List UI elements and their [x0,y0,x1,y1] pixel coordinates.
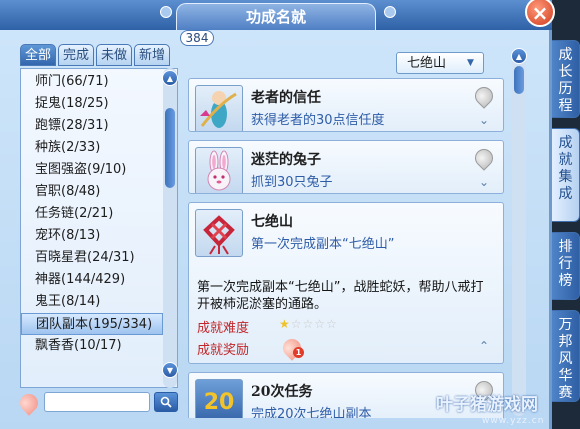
peach-reward-icon [471,145,497,171]
achievement-title: 20次任务 [251,384,313,400]
title-bar: 功成名就 [0,0,552,30]
chevron-down-icon[interactable]: ⌄ [479,113,489,127]
achievement-card[interactable]: 老者的信任 获得老者的30点信任度 ⌄ [188,78,504,132]
number-20-text: 20 [203,390,235,415]
knot-icon [195,209,243,257]
list-item[interactable]: 任务链(2/21) [21,203,163,225]
watermark-brand: 叶子猪游戏网 [436,395,538,415]
difficulty-stars: ★☆☆☆☆ [279,317,338,331]
achievement-scrollbar[interactable] [512,48,526,416]
list-item[interactable]: 飘香香(10/17) [21,335,163,357]
window-title: 功成名就 [176,3,376,30]
list-item-selected[interactable]: 团队副本(195/334) [21,313,163,335]
tab-label: 成长历程 [558,47,573,114]
tab-new[interactable]: 新增 [134,44,170,66]
list-item[interactable]: 神器(144/429) [21,269,163,291]
watermark-url: www.yzz.cn [482,416,545,426]
search-row [16,390,180,416]
tab-completed[interactable]: 完成 [58,44,94,66]
achievement-window: 功成名就 全部 完成 未做 新增 师门(66/71) 捉鬼(18/25) 跑镖(… [0,0,552,429]
title-ornament-left [160,6,172,18]
achievement-subtitle: 获得老者的30点信任度 [251,113,385,128]
achievement-title: 老者的信任 [251,90,321,106]
dungeon-select[interactable]: 七绝山 ▼ [396,52,484,74]
watermark: 叶子猪游戏网 www.yzz.cn [436,386,576,426]
achievement-list: 老者的信任 获得老者的30点信任度 ⌄ 迷茫的兔子 抓到30只兔子 ⌄ 七绝山 … [186,78,506,418]
list-item[interactable]: 跑镖(28/31) [21,115,163,137]
achievement-subtitle: 第一次完成副本“七绝山” [251,237,395,252]
tab-leaderboard[interactable]: 排行榜 [552,232,580,300]
dungeon-select-value: 七绝山 [407,56,447,71]
star-icon: ★ [279,317,291,331]
achievement-card[interactable]: 迷茫的兔子 抓到30只兔子 ⌄ [188,140,504,194]
list-item[interactable]: 师门(66/71) [21,71,163,93]
reward-label: 成就奖励 [197,343,250,358]
tab-achievements[interactable]: 成就集成 [552,128,580,222]
star-icon: ☆ [302,317,315,331]
reward-count: 1 [293,347,304,358]
tab-not-done[interactable]: 未做 [96,44,132,66]
list-item[interactable]: 捉鬼(18/25) [21,93,163,115]
achievement-card-expanded[interactable]: 七绝山 第一次完成副本“七绝山” 第一次完成副本“七绝山”，战胜蛇妖，帮助八戒打… [188,202,504,364]
category-scroll-thumb[interactable] [165,108,175,188]
peach-reward-icon [471,83,497,109]
chevron-down-icon[interactable]: ⌄ [479,175,489,189]
list-item[interactable]: 宠环(8/13) [21,225,163,247]
achievement-subtitle: 抓到30只兔子 [251,175,333,190]
scroll-up-icon[interactable]: ▲ [162,70,178,86]
search-button[interactable] [154,392,178,412]
search-icon [160,396,172,408]
rabbit-icon [195,147,243,193]
list-item[interactable]: 种族(2/33) [21,137,163,159]
list-item[interactable]: 官职(8/48) [21,181,163,203]
scroll-down-icon[interactable]: ▼ [162,362,178,378]
fairy-icon [195,85,243,131]
achievement-description: 第一次完成副本“七绝山”，战胜蛇妖，帮助八戒打开被柿泥淤塞的通路。 [197,280,484,312]
achievement-panel: 七绝山 ▼ 老者的信任 获得老者的30点信任度 ⌄ 迷茫的兔子 抓到30只兔子 … [186,38,536,421]
star-icon: ☆ [326,317,338,331]
star-icon: ☆ [290,317,303,331]
search-input[interactable] [44,392,150,412]
tab-growth-history[interactable]: 成长历程 [552,40,580,118]
chevron-up-icon[interactable]: ⌃ [479,339,489,353]
category-list: 师门(66/71) 捉鬼(18/25) 跑镖(28/31) 种族(2/33) 宝… [20,68,178,388]
achievement-title: 七绝山 [251,214,293,230]
category-panel: 全部 完成 未做 新增 师门(66/71) 捉鬼(18/25) 跑镖(28/31… [14,38,184,418]
tab-label: 成就集成 [558,135,573,202]
achievement-subtitle: 完成20次七绝山副本 [251,407,372,418]
peach-icon [16,390,42,416]
title-ornament-right [384,6,396,18]
difficulty-label: 成就难度 [197,321,250,336]
number-20-icon: 20 [195,379,243,418]
category-scrollbar[interactable] [163,68,177,388]
list-item[interactable]: 宝图强盗(9/10) [21,159,163,181]
list-item[interactable]: 鬼王(8/14) [21,291,163,313]
achievement-scroll-thumb[interactable] [514,66,524,94]
scroll-up-icon[interactable]: ▲ [511,48,527,64]
tab-label: 排行榜 [558,239,573,289]
list-item[interactable]: 百晓星君(24/31) [21,247,163,269]
achievement-title: 迷茫的兔子 [251,152,321,168]
star-icon: ☆ [314,317,327,331]
chevron-down-icon: ▼ [467,58,474,68]
tab-all[interactable]: 全部 [20,44,56,66]
